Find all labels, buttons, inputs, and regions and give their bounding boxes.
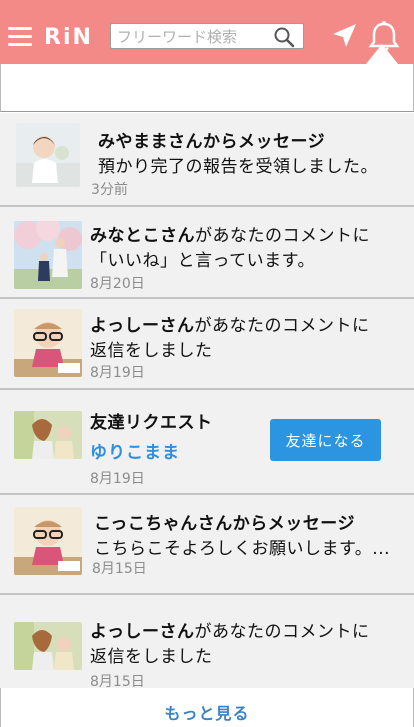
notification-title: こっこちゃんさんからメッセージ bbox=[94, 514, 355, 534]
notification-text: よっしーさんがあなたのコメントに bbox=[90, 316, 370, 336]
notification-date: 8月19日 bbox=[90, 471, 145, 487]
notification-item[interactable]: みなとこさんがあなたのコメントに 「いいね」と言っています。 8月20日 bbox=[0, 207, 414, 299]
search-icon[interactable] bbox=[273, 26, 295, 48]
notification-text: みなとこさんがあなたのコメントに bbox=[90, 226, 370, 246]
notification-text-line2: 返信をしました bbox=[90, 341, 213, 361]
notification-title: みやままさんからメッセージ bbox=[98, 132, 326, 152]
hamburger-menu-icon[interactable] bbox=[8, 25, 32, 47]
active-tab-indicator bbox=[366, 44, 398, 64]
notification-item[interactable]: こっこちゃんさんからメッセージ こちらこそよろしくお願いします。... 8月15… bbox=[0, 495, 414, 595]
notification-thumbnail bbox=[14, 411, 82, 459]
app-header: RiN bbox=[0, 0, 414, 64]
notification-item[interactable]: よっしーさんがあなたのコメントに 返信をしました 8月15日 bbox=[0, 595, 414, 690]
notification-list: みやままさんからメッセージ 預かり完了の報告を受領しました。 3分前 みなとこさ… bbox=[0, 113, 414, 690]
notification-date: 8月19日 bbox=[90, 365, 145, 381]
friend-name-link[interactable]: ゆりこまま bbox=[90, 438, 180, 463]
notification-body: 預かり完了の報告を受領しました。 bbox=[98, 157, 378, 177]
notification-text-line2: 返信をしました bbox=[90, 647, 213, 667]
notification-text: よっしーさんがあなたのコメントに bbox=[90, 622, 370, 642]
notification-thumbnail bbox=[14, 622, 82, 670]
load-more-label: もっと見る bbox=[164, 704, 250, 723]
notification-thumbnail bbox=[14, 309, 82, 377]
search-box[interactable] bbox=[110, 23, 304, 49]
notification-item[interactable]: よっしーさんがあなたのコメントに 返信をしました 8月19日 bbox=[0, 299, 414, 390]
friend-request-item[interactable]: 友達リクエスト ゆりこまま 友達になる 8月19日 bbox=[0, 390, 414, 495]
blank-bar bbox=[0, 64, 414, 112]
search-input[interactable] bbox=[117, 27, 267, 47]
user-name[interactable]: みなとこさん bbox=[90, 226, 195, 246]
notification-date: 8月15日 bbox=[92, 561, 147, 577]
rin-logo[interactable]: RiN bbox=[44, 22, 98, 48]
user-name[interactable]: よっしーさん bbox=[90, 316, 195, 336]
notification-date: 3分前 bbox=[91, 182, 128, 198]
notification-date: 8月20日 bbox=[90, 276, 145, 292]
add-friend-button[interactable]: 友達になる bbox=[270, 419, 381, 461]
user-name[interactable]: よっしーさん bbox=[90, 622, 195, 642]
friend-request-title: 友達リクエスト bbox=[90, 413, 213, 433]
notification-thumbnail bbox=[14, 507, 82, 575]
svg-text:RiN: RiN bbox=[44, 25, 93, 48]
location-arrow-icon[interactable] bbox=[330, 22, 358, 50]
notification-text-line2: 「いいね」と言っています。 bbox=[90, 251, 315, 271]
notification-body: こちらこそよろしくお願いします。... bbox=[94, 539, 391, 559]
notification-item[interactable]: みやままさんからメッセージ 預かり完了の報告を受領しました。 3分前 bbox=[0, 113, 414, 207]
notification-thumbnail bbox=[14, 221, 82, 289]
notification-thumbnail bbox=[16, 123, 80, 187]
load-more-button[interactable]: もっと見る bbox=[0, 688, 414, 727]
